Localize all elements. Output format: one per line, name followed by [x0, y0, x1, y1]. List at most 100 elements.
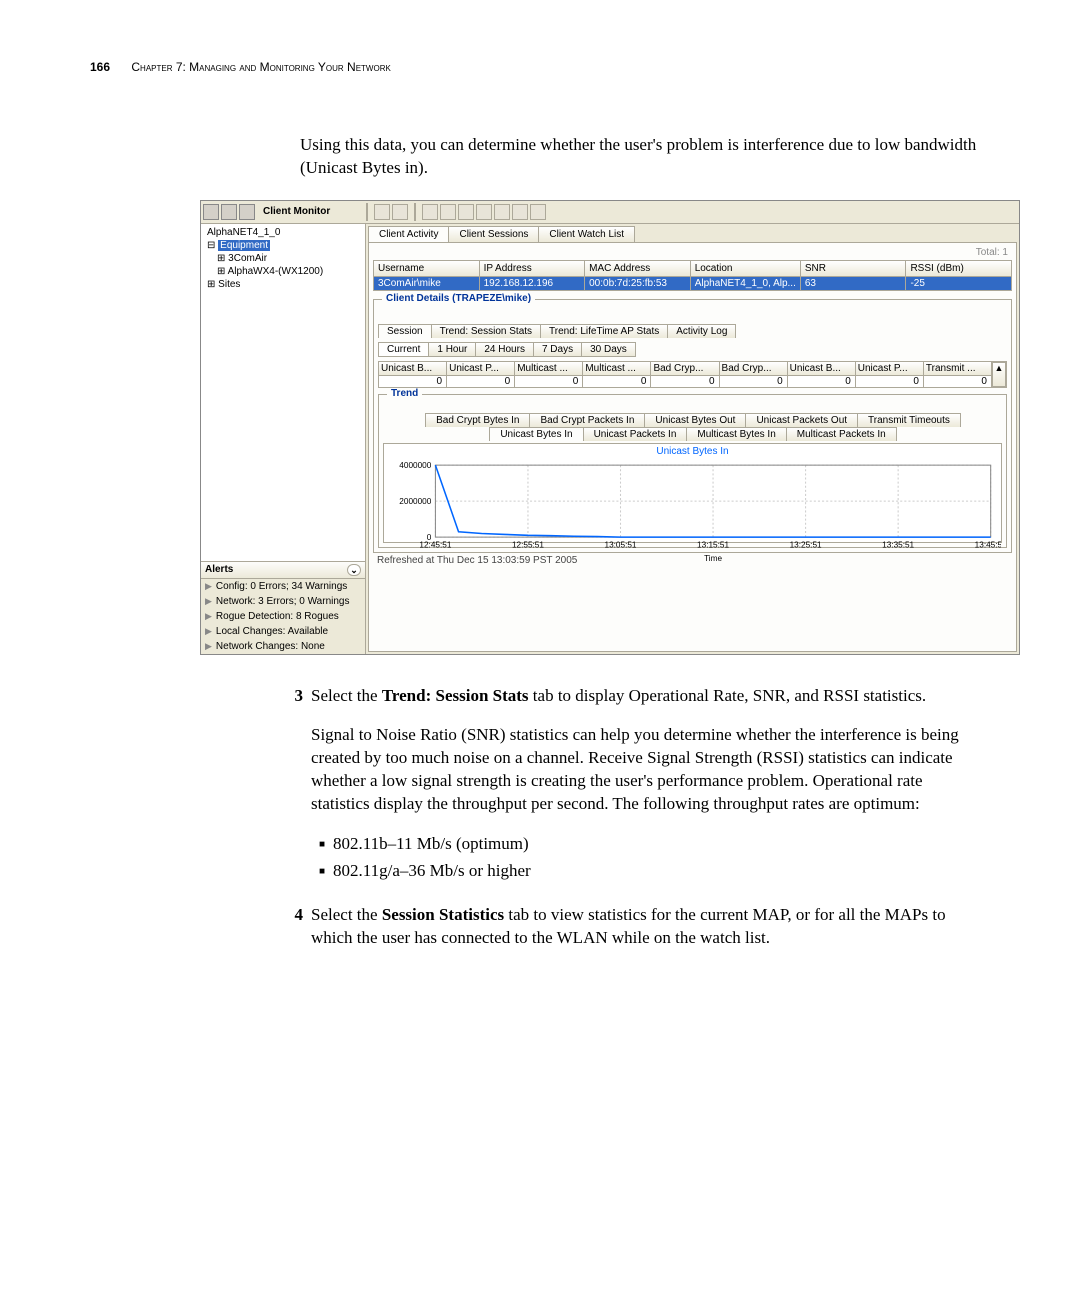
window-title: Client Monitor — [263, 206, 330, 217]
tree-3comair[interactable]: ⊞ 3ComAir — [203, 252, 363, 265]
tab-bad-crypt-packets-in[interactable]: Bad Crypt Packets In — [529, 413, 645, 427]
screenshot: Client Monitor AlphaNET4_1_0 ⊟ Equipment… — [200, 200, 1020, 655]
alerts-panel: Alerts ⌄ ▶Config: 0 Errors; 34 Warnings … — [201, 561, 365, 654]
refresh-icon[interactable] — [374, 204, 390, 220]
tab-client-watch-list[interactable]: Client Watch List — [538, 226, 635, 242]
col-location[interactable]: Location — [691, 261, 800, 277]
step-4-number: 4 — [285, 904, 303, 950]
range-buttons: Current 1 Hour 24 Hours 7 Days 30 Days — [378, 342, 1007, 357]
grid-icon[interactable] — [494, 204, 510, 220]
tab-activity-log[interactable]: Activity Log — [667, 324, 736, 338]
view-icon-2[interactable] — [221, 204, 237, 220]
tab-unicast-packets-out[interactable]: Unicast Packets Out — [745, 413, 858, 427]
toggle-icon[interactable] — [476, 204, 492, 220]
find-icon[interactable] — [422, 204, 438, 220]
alert-netchanges[interactable]: ▶Network Changes: None — [201, 639, 365, 654]
tab-trend-session[interactable]: Trend: Session Stats — [431, 324, 541, 338]
tab-bad-crypt-bytes-in[interactable]: Bad Crypt Bytes In — [425, 413, 530, 427]
range-current[interactable]: Current — [378, 342, 429, 357]
main-tabs: Client Activity Client Sessions Client W… — [368, 226, 1017, 242]
alerts-title: Alerts — [205, 564, 233, 576]
svg-text:12:45:51: 12:45:51 — [419, 540, 451, 549]
tab-client-activity[interactable]: Client Activity — [368, 226, 449, 242]
client-details-title: Client Details (TRAPEZE\mike) — [382, 293, 535, 304]
col-mac[interactable]: MAC Address — [585, 261, 690, 277]
chart-title: Unicast Bytes In — [384, 444, 1001, 457]
column-icon[interactable] — [440, 204, 456, 220]
step-3-text: Select the Trend: Session Stats tab to d… — [311, 685, 980, 708]
tab-unicast-bytes-out[interactable]: Unicast Bytes Out — [644, 413, 746, 427]
export-icon[interactable] — [530, 204, 546, 220]
range-1hour[interactable]: 1 Hour — [428, 342, 476, 357]
bullet-1: ■802.11b–11 Mb/s (optimum) — [311, 830, 980, 857]
chart-svg: 02000000400000012:45:5112:55:5113:05:511… — [384, 460, 1001, 563]
range-24hours[interactable]: 24 Hours — [475, 342, 534, 357]
toolbar: Client Monitor — [201, 201, 1019, 224]
detail-tabs: Session Trend: Session Stats Trend: Life… — [378, 324, 1007, 338]
intro-paragraph: Using this data, you can determine wheth… — [300, 134, 980, 180]
range-30days[interactable]: 30 Days — [581, 342, 636, 357]
right-panel: Client Activity Client Sessions Client W… — [366, 224, 1019, 654]
col-username[interactable]: Username — [374, 261, 479, 277]
view-icon-1[interactable] — [203, 204, 219, 220]
svg-text:Time: Time — [704, 554, 722, 563]
tab-transmit-timeouts[interactable]: Transmit Timeouts — [857, 413, 961, 427]
step-3-number: 3 — [285, 685, 303, 708]
bullet-list: ■802.11b–11 Mb/s (optimum) ■802.11g/a–36… — [311, 830, 980, 884]
client-grid[interactable]: Username3ComAir\mike IP Address192.168.1… — [373, 260, 1012, 291]
tree-sites[interactable]: ⊞ Sites — [203, 278, 363, 291]
tree-alphawx4[interactable]: ⊞ AlphaWX4-(WX1200) — [203, 265, 363, 278]
tab-multicast-bytes-in[interactable]: Multicast Bytes In — [686, 427, 786, 441]
zoom-icon[interactable] — [512, 204, 528, 220]
trend-group: Trend Bad Crypt Bytes In Bad Crypt Packe… — [378, 394, 1007, 548]
tab-client-sessions[interactable]: Client Sessions — [448, 226, 539, 242]
chevron-down-icon[interactable]: ⌄ — [347, 564, 361, 576]
svg-text:13:35:51: 13:35:51 — [882, 540, 914, 549]
bullet-2: ■802.11g/a–36 Mb/s or higher — [311, 857, 980, 884]
svg-text:2000000: 2000000 — [399, 497, 431, 506]
page-number: 166 — [90, 60, 110, 74]
step-4: 4 Select the Session Statistics tab to v… — [285, 904, 980, 950]
alert-config[interactable]: ▶Config: 0 Errors; 34 Warnings — [201, 579, 365, 594]
page-header: 166 Chapter 7: Managing and Monitoring Y… — [90, 60, 990, 74]
step-4-text: Select the Session Statistics tab to vie… — [311, 904, 980, 950]
alert-rogue[interactable]: ▶Rogue Detection: 8 Rogues — [201, 609, 365, 624]
range-7days[interactable]: 7 Days — [533, 342, 582, 357]
snr-paragraph: Signal to Noise Ratio (SNR) statistics c… — [311, 724, 980, 816]
auto-refresh-icon[interactable] — [392, 204, 408, 220]
filter-icon[interactable] — [458, 204, 474, 220]
scroll-up-icon[interactable]: ▲ — [992, 362, 1006, 387]
tab-trend-lifetime[interactable]: Trend: LifeTime AP Stats — [540, 324, 668, 338]
left-panel: AlphaNET4_1_0 ⊟ Equipment ⊞ 3ComAir ⊞ Al… — [201, 224, 366, 654]
total-count: Total: 1 — [373, 247, 1012, 260]
trend-chart: Unicast Bytes In 02000000400000012:45:51… — [383, 443, 1002, 543]
svg-text:13:05:51: 13:05:51 — [605, 540, 637, 549]
svg-text:13:25:51: 13:25:51 — [790, 540, 822, 549]
stat-grid[interactable]: Unicast B...0 Unicast P...0 Multicast ..… — [378, 361, 1007, 388]
client-details-group: Client Details (TRAPEZE\mike) Session Tr… — [373, 299, 1012, 553]
svg-text:12:55:51: 12:55:51 — [512, 540, 544, 549]
alert-network[interactable]: ▶Network: 3 Errors; 0 Warnings — [201, 594, 365, 609]
col-rssi[interactable]: RSSI (dBm) — [906, 261, 1011, 277]
trend-title: Trend — [387, 388, 422, 399]
toolbar-separator-2 — [414, 203, 416, 221]
col-snr[interactable]: SNR — [801, 261, 906, 277]
svg-text:13:15:51: 13:15:51 — [697, 540, 729, 549]
tree-root[interactable]: AlphaNET4_1_0 — [203, 226, 363, 239]
svg-text:13:45:51: 13:45:51 — [975, 540, 1001, 549]
main-pane: Total: 1 Username3ComAir\mike IP Address… — [368, 242, 1017, 652]
tab-unicast-bytes-in[interactable]: Unicast Bytes In — [489, 427, 583, 441]
alerts-header[interactable]: Alerts ⌄ — [201, 562, 365, 579]
alert-local[interactable]: ▶Local Changes: Available — [201, 624, 365, 639]
step-3: 3 Select the Trend: Session Stats tab to… — [285, 685, 980, 708]
tab-session[interactable]: Session — [378, 324, 432, 338]
tab-unicast-packets-in[interactable]: Unicast Packets In — [583, 427, 688, 441]
tree-equipment[interactable]: ⊟ Equipment — [203, 239, 363, 252]
tab-multicast-packets-in[interactable]: Multicast Packets In — [786, 427, 897, 441]
col-ip[interactable]: IP Address — [480, 261, 585, 277]
svg-text:4000000: 4000000 — [399, 461, 431, 470]
toolbar-separator — [366, 203, 368, 221]
chapter-label: Chapter 7: Managing and Monitoring Your … — [131, 60, 390, 74]
help-icon[interactable] — [239, 204, 255, 220]
network-tree[interactable]: AlphaNET4_1_0 ⊟ Equipment ⊞ 3ComAir ⊞ Al… — [201, 224, 365, 293]
